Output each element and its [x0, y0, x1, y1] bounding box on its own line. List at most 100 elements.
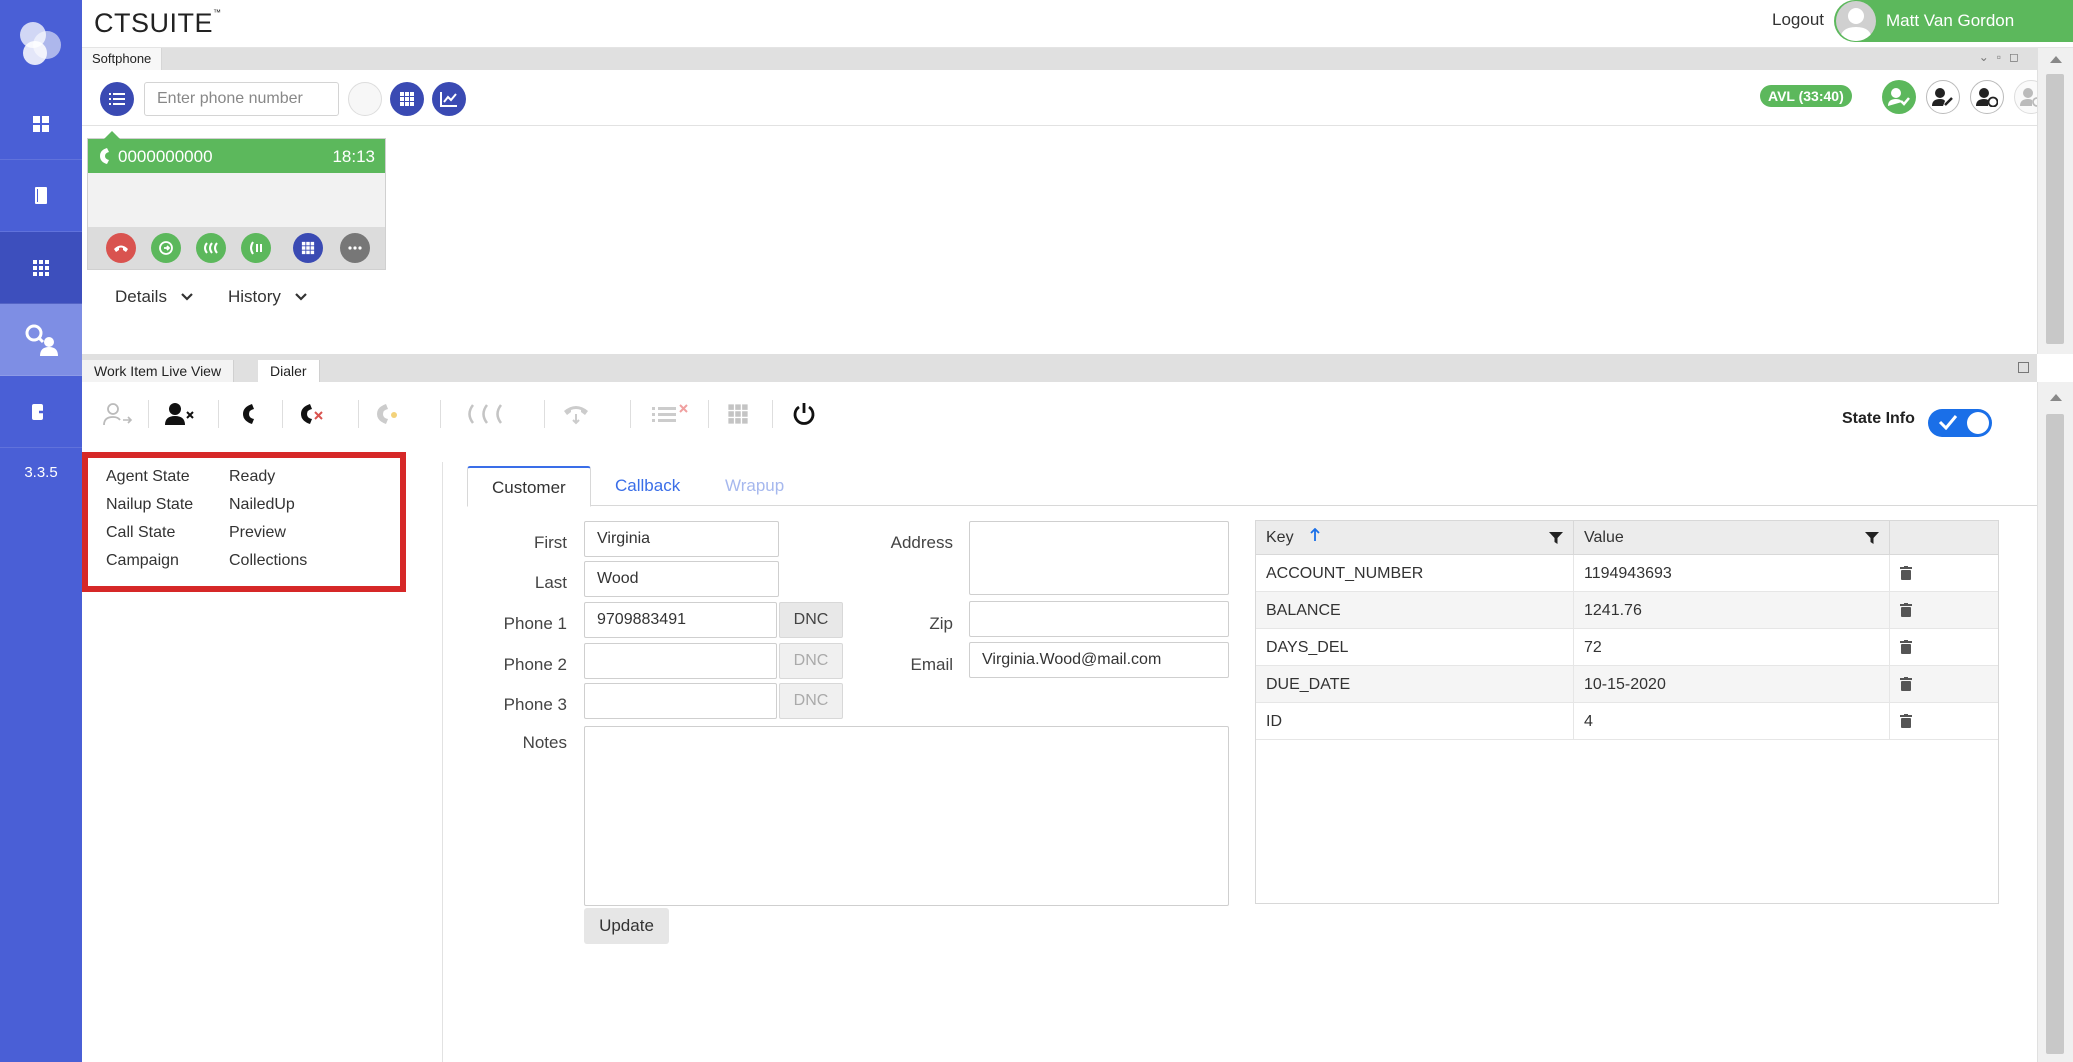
key-column-header[interactable]: Key	[1256, 521, 1574, 555]
phone1-dnc-button[interactable]: DNC	[779, 602, 843, 638]
sign-out-icon	[32, 403, 51, 420]
hold-icon	[250, 241, 262, 255]
notes-textarea[interactable]	[584, 726, 1229, 906]
transfer-dialer-button[interactable]	[560, 398, 592, 430]
agent-state-label: Agent State	[106, 468, 190, 485]
scrollbar-thumb[interactable]	[2046, 414, 2064, 1054]
state-away-button[interactable]	[1970, 80, 2004, 114]
active-call-card[interactable]: 0000000000 18:13	[87, 131, 386, 270]
first-name-input[interactable]	[584, 521, 779, 557]
scroll-up-icon[interactable]	[2050, 56, 2062, 63]
state-info-label: State Info	[1842, 410, 1915, 427]
dialer-content: Customer Callback Wrapup First Last Phon…	[442, 462, 2038, 1062]
maximize-icon[interactable]	[2018, 362, 2029, 373]
scrollbar-thumb[interactable]	[2046, 74, 2064, 344]
key-value-grid: Key Value ACCOUNT_NUMBER 1194943693 BALA…	[1255, 520, 1999, 904]
dialpad-button[interactable]	[390, 82, 424, 116]
phone1-input[interactable]	[584, 602, 777, 638]
scroll-up-icon[interactable]	[2050, 394, 2062, 401]
hold-button[interactable]	[241, 233, 271, 263]
phone1-label: Phone 1	[503, 614, 567, 633]
toolbar-separator	[772, 400, 773, 428]
call-button[interactable]	[232, 398, 264, 430]
dialer-dialpad-button[interactable]	[722, 398, 754, 430]
email-input[interactable]	[969, 642, 1229, 678]
call-duration: 18:13	[332, 147, 375, 166]
table-row: DAYS_DEL 72	[1256, 629, 1998, 666]
value-cell: 10-15-2020	[1574, 666, 1890, 703]
tab-callback[interactable]: Callback	[591, 466, 704, 506]
call-dialpad-button[interactable]	[293, 233, 323, 263]
key-cell: DUE_DATE	[1256, 666, 1574, 703]
details-label: Details	[115, 287, 167, 306]
filter-icon[interactable]	[1549, 531, 1563, 545]
tab-work-item-live-view[interactable]: Work Item Live View	[82, 360, 235, 382]
user-remove-icon	[165, 403, 194, 425]
user-clock-icon	[1976, 88, 1998, 107]
phone2-dnc-button[interactable]: DNC	[779, 643, 843, 679]
history-label: History	[228, 287, 281, 306]
sidebar-item-grid[interactable]	[0, 232, 82, 304]
conference-dialer-button[interactable]	[462, 398, 512, 430]
power-icon	[793, 403, 815, 425]
callback-button[interactable]	[372, 398, 404, 430]
state-busy-button[interactable]	[1926, 80, 1960, 114]
list-remove-icon	[652, 404, 688, 422]
brand-logo: CTSUITE™	[94, 8, 222, 38]
tab-wrapup[interactable]: Wrapup	[701, 466, 808, 506]
delete-icon[interactable]	[1900, 714, 1912, 728]
panel-window-controls[interactable]: ⌄▫◻	[1979, 50, 2027, 64]
menu-list-button[interactable]	[100, 82, 134, 116]
dial-button[interactable]	[348, 82, 382, 116]
tab-customer[interactable]: Customer	[467, 466, 591, 507]
phone3-input[interactable]	[584, 683, 777, 719]
phone-number-input[interactable]	[144, 82, 339, 116]
phone2-label: Phone 2	[503, 655, 567, 674]
sidebar-item-dashboard[interactable]	[0, 88, 82, 160]
login-agent-button[interactable]	[102, 398, 134, 430]
address-textarea[interactable]	[969, 521, 1229, 595]
user-menu[interactable]: Matt Van Gordon	[1834, 0, 2073, 42]
dialer-toolbar: State Info	[82, 382, 2037, 442]
tab-dialer[interactable]: Dialer	[258, 360, 320, 382]
sidebar-item-sign-out[interactable]	[0, 376, 82, 448]
delete-icon[interactable]	[1900, 677, 1912, 691]
logout-agent-button[interactable]	[164, 398, 196, 430]
delete-icon[interactable]	[1900, 640, 1912, 654]
transfer-icon	[159, 241, 173, 255]
call-state-label: Call State	[106, 524, 176, 541]
history-dropdown[interactable]: History	[228, 287, 308, 307]
last-name-input[interactable]	[584, 561, 779, 597]
filter-icon[interactable]	[1865, 531, 1879, 545]
user-arrow-icon	[103, 403, 133, 426]
softphone-scrollbar[interactable]	[2037, 48, 2073, 354]
phone2-input[interactable]	[584, 643, 777, 679]
availability-badge: AVL (33:40)	[1760, 85, 1852, 107]
end-call-button[interactable]	[296, 398, 328, 430]
state-info-toggle[interactable]	[1928, 409, 1992, 437]
phone3-dnc-button[interactable]: DNC	[779, 683, 843, 719]
chevron-down-icon	[294, 293, 307, 301]
table-row: ACCOUNT_NUMBER 1194943693	[1256, 555, 1998, 592]
conference-icon	[468, 404, 503, 424]
value-column-header[interactable]: Value	[1574, 521, 1890, 555]
update-button[interactable]: Update	[584, 908, 669, 944]
book-icon	[35, 186, 47, 204]
delete-icon[interactable]	[1900, 603, 1912, 617]
hangup-button[interactable]	[106, 233, 136, 263]
stats-button[interactable]	[432, 82, 466, 116]
conference-button[interactable]	[196, 233, 226, 263]
sidebar-item-documents[interactable]	[0, 160, 82, 232]
sidebar-item-user-search[interactable]	[0, 304, 82, 376]
state-available-button[interactable]	[1882, 80, 1916, 114]
power-button[interactable]	[788, 398, 820, 430]
transfer-button[interactable]	[151, 233, 181, 263]
delete-icon[interactable]	[1900, 566, 1912, 580]
dialer-scrollbar[interactable]	[2037, 382, 2073, 1062]
more-options-button[interactable]	[340, 233, 370, 263]
logout-link[interactable]: Logout	[1772, 10, 1824, 30]
zip-input[interactable]	[969, 601, 1229, 637]
tab-softphone[interactable]: Softphone	[82, 48, 163, 70]
details-dropdown[interactable]: Details	[115, 287, 194, 307]
clear-list-button[interactable]	[648, 398, 692, 430]
